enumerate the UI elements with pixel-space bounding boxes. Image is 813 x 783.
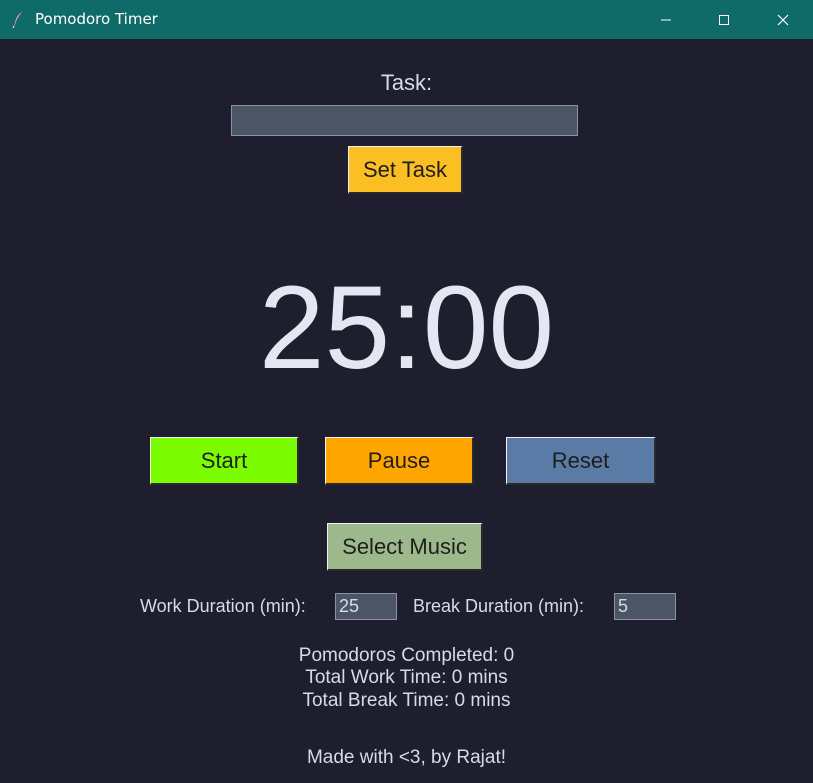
task-label: Task: [380,70,433,95]
timer-display: 25:00 [258,262,555,394]
break-duration-label: Break Duration (min): [413,596,585,616]
work-duration-label: Work Duration (min): [140,596,306,616]
close-icon[interactable] [754,0,812,39]
select-music-button[interactable]: Select Music [327,523,483,571]
footer-credit: Made with <3, by Rajat! [306,747,507,768]
set-task-button[interactable]: Set Task [348,146,463,194]
pause-button[interactable]: Pause [325,437,474,485]
reset-button[interactable]: Reset [506,437,656,485]
feather-icon [11,10,27,29]
minimize-icon[interactable] [637,0,695,39]
total-work-time: Total Work Time: 0 mins [305,667,508,688]
break-duration-input[interactable]: 5 [614,593,676,620]
window-title: Pomodoro Timer [35,10,158,28]
pomodoros-completed: Pomodoros Completed: 0 [298,645,515,666]
work-duration-input[interactable]: 25 [335,593,397,620]
maximize-icon[interactable] [695,0,753,39]
title-bar: Pomodoro Timer [0,0,813,39]
total-break-time: Total Break Time: 0 mins [302,690,511,711]
task-input[interactable] [231,105,578,136]
start-button[interactable]: Start [150,437,299,485]
